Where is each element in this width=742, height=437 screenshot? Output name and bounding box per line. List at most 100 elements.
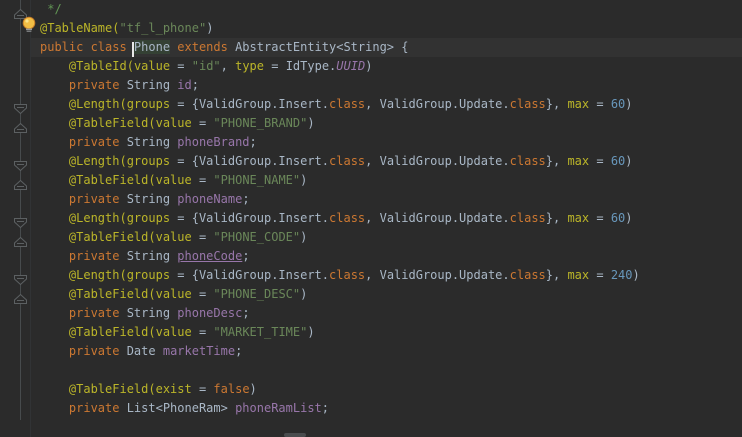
code-token: =: [191, 116, 214, 130]
code-token: max: [567, 154, 590, 168]
code-line-18[interactable]: @TableField(value = "MARKET_TIME"): [0, 323, 742, 342]
code-line-17[interactable]: private String phoneDesc;: [0, 304, 742, 323]
code-token: false: [213, 382, 250, 396]
code-token: ;: [235, 344, 243, 358]
code-line-20[interactable]: [0, 361, 742, 380]
horizontal-scrollbar-thumb[interactable]: [284, 433, 306, 437]
code-token: @Length(: [68, 97, 127, 111]
code-line-7[interactable]: @TableField(value = "PHONE_BRAND"): [0, 114, 742, 133]
fold-collapse-icon[interactable]: [14, 270, 27, 286]
code-token: class: [329, 97, 366, 111]
code-token: =: [191, 325, 214, 339]
code-line-23[interactable]: [0, 418, 742, 437]
code-token: private: [68, 78, 120, 92]
code-token: String: [119, 306, 178, 320]
code-token: ;: [249, 135, 257, 149]
code-line-11[interactable]: private String phoneName;: [0, 190, 742, 209]
code-token: "PHONE_NAME": [213, 173, 301, 187]
code-token: private: [68, 306, 120, 320]
code-token: 240: [610, 268, 633, 282]
code-line-9[interactable]: @Length(groups = {ValidGroup.Insert.clas…: [0, 152, 742, 171]
code-token: ;: [242, 306, 250, 320]
code-token: =: [191, 173, 214, 187]
code-token: phoneCode: [177, 249, 243, 263]
fold-collapse-end-icon[interactable]: [14, 232, 27, 247]
code-token: ,: [220, 59, 236, 73]
code-line-2[interactable]: @TableName("tf_l_phone"): [0, 19, 742, 38]
code-area: */ @TableName("tf_l_phone") public class P…: [0, 0, 742, 437]
code-token: @TableField(: [68, 382, 156, 396]
code-line-21[interactable]: @TableField(exist = false): [0, 380, 742, 399]
code-line-5[interactable]: private String id;: [0, 76, 742, 95]
code-token: 60: [610, 211, 626, 225]
code-token: exist: [155, 382, 192, 396]
code-token: UUID: [336, 59, 366, 73]
code-token: =: [191, 287, 214, 301]
code-token: ): [249, 382, 257, 396]
code-token: class: [329, 268, 366, 282]
code-token: groups: [126, 97, 171, 111]
code-token: 60: [610, 97, 626, 111]
code-line-8[interactable]: private String phoneBrand;: [0, 133, 742, 152]
code-token: , ValidGroup.Update.: [365, 97, 510, 111]
code-editor[interactable]: */ @TableName("tf_l_phone") public class P…: [0, 0, 742, 437]
code-token: */: [40, 2, 62, 16]
code-token: phoneDesc: [177, 306, 243, 320]
code-token: value: [133, 59, 171, 73]
code-line-10[interactable]: @TableField(value = "PHONE_NAME"): [0, 171, 742, 190]
code-token: },: [545, 154, 568, 168]
code-line-13[interactable]: @TableField(value = "PHONE_CODE"): [0, 228, 742, 247]
code-line-19[interactable]: private Date marketTime;: [0, 342, 742, 361]
code-token: @TableId(: [68, 59, 134, 73]
code-token: =: [264, 59, 286, 73]
intention-bulb-icon[interactable]: [21, 16, 37, 33]
code-line-6[interactable]: @Length(groups = {ValidGroup.Insert.clas…: [0, 95, 742, 114]
fold-collapse-end-icon[interactable]: [14, 175, 27, 190]
code-token: max: [567, 268, 590, 282]
code-token: ;: [191, 78, 199, 92]
code-token: ): [625, 211, 633, 225]
code-line-15[interactable]: @Length(groups = {ValidGroup.Insert.clas…: [0, 266, 742, 285]
code-token: class: [329, 154, 366, 168]
code-line-12[interactable]: @Length(groups = {ValidGroup.Insert. clas…: [0, 209, 742, 228]
code-line-14[interactable]: private String phoneCode;: [0, 247, 742, 266]
fold-collapse-icon[interactable]: [14, 213, 27, 229]
code-token: ;: [321, 401, 330, 415]
fold-collapse-end-icon[interactable]: [14, 289, 27, 304]
code-token: ): [307, 325, 315, 339]
code-token: class: [509, 97, 546, 111]
fold-collapse-icon[interactable]: [14, 99, 27, 115]
code-token: List<PhoneRam>: [119, 401, 236, 415]
code-token: groups: [126, 211, 171, 225]
fold-collapse-end-icon[interactable]: [14, 4, 27, 19]
code-token: class: [509, 211, 546, 225]
code-token: @TableField(: [68, 230, 156, 244]
code-token: =: [191, 230, 214, 244]
code-token: String: [119, 192, 178, 206]
code-token: @Length(: [68, 211, 127, 225]
code-line-1[interactable]: */: [0, 0, 742, 19]
code-line-16[interactable]: @TableField(value = "PHONE_DESC"): [0, 285, 742, 304]
code-token: id: [177, 78, 192, 92]
code-line-4[interactable]: @TableId(value = "id", type = IdType.UUI…: [0, 57, 742, 76]
code-token: @TableField(: [68, 287, 156, 301]
code-token: groups: [126, 268, 171, 282]
code-token: ): [365, 59, 373, 73]
code-line-22[interactable]: private List<PhoneRam> phoneRamList;: [0, 399, 742, 418]
code-token: @Length(: [68, 268, 127, 282]
code-line-3[interactable]: public class Phone extends AbstractEntit…: [0, 38, 742, 57]
fold-collapse-icon[interactable]: [14, 156, 27, 172]
code-token: = {ValidGroup.Insert.: [170, 211, 330, 225]
fold-collapse-end-icon[interactable]: [14, 118, 27, 133]
